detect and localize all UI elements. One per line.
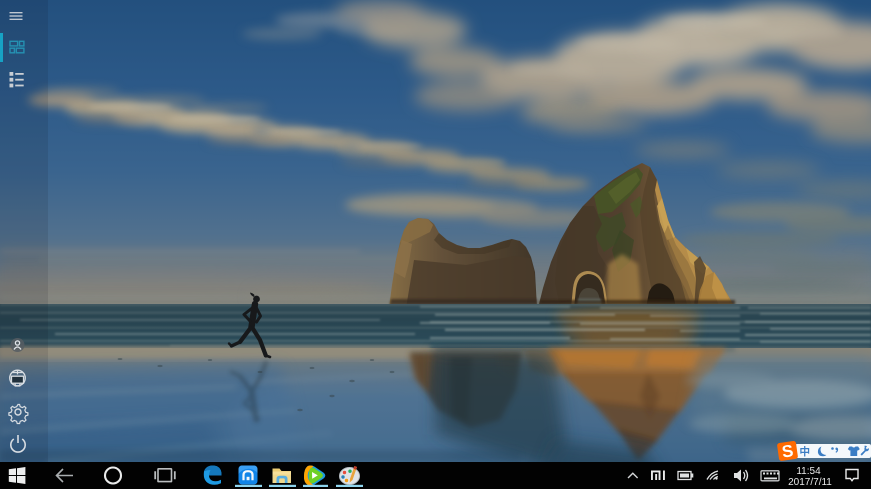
svg-text:2017/7/11: 2017/7/11 bbox=[788, 477, 832, 488]
svg-text:中: 中 bbox=[800, 445, 811, 458]
svg-text:11:54: 11:54 bbox=[796, 466, 821, 477]
